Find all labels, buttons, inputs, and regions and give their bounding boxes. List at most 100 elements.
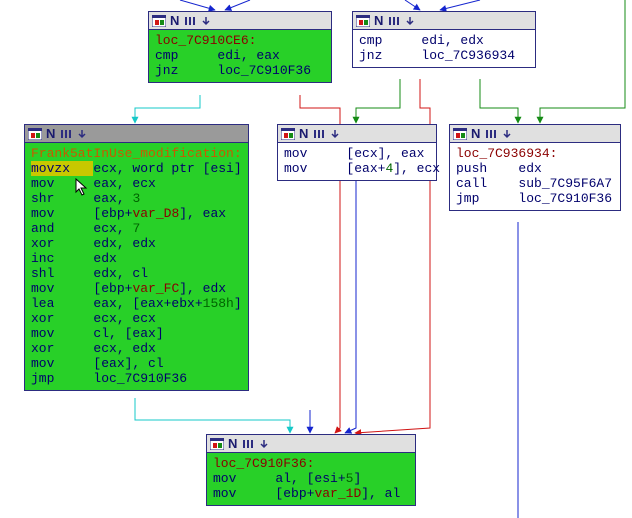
mnemonic: jnz xyxy=(359,48,421,63)
block-loc-7c936934[interactable]: Nloc_7C936934:push edxcall sub_7C95F6A7j… xyxy=(449,124,621,211)
node-titlebar[interactable]: N xyxy=(25,125,248,143)
block-loc-7c910f36[interactable]: Nloc_7C910F36:mov al, [esi+5]mov [ebp+va… xyxy=(206,434,416,506)
code-ref[interactable]: loc_7C910F36 xyxy=(518,191,612,206)
asm-line[interactable]: xor ecx, ecx xyxy=(31,311,242,326)
bars-icon[interactable] xyxy=(59,127,73,141)
asm-line[interactable]: xor edx, edx xyxy=(31,236,242,251)
asm-line[interactable]: mov [eax+4], ecx xyxy=(284,161,430,176)
down-arrow-icon[interactable] xyxy=(500,127,514,141)
node-body[interactable]: loc_7C910F36:mov al, [esi+5]mov [ebp+var… xyxy=(207,453,415,505)
window-icon xyxy=(152,14,166,28)
asm-line[interactable]: mov eax, ecx xyxy=(31,176,242,191)
asm-line[interactable]: cmp edi, edx xyxy=(359,33,529,48)
asm-line[interactable]: and ecx, 7 xyxy=(31,221,242,236)
asm-line[interactable]: shl edx, cl xyxy=(31,266,242,281)
asm-line[interactable]: jnz loc_7C910F36 xyxy=(155,63,325,78)
asm-line[interactable]: mov [eax], cl xyxy=(31,356,242,371)
mnemonic: mov xyxy=(31,326,93,341)
node-body[interactable]: cmp edi, edxjnz loc_7C936934 xyxy=(353,30,535,67)
asm-line[interactable]: jmp loc_7C910F36 xyxy=(456,191,614,206)
mnemonic: jnz xyxy=(155,63,217,78)
window-icon xyxy=(356,14,370,28)
mnemonic: mov xyxy=(31,176,93,191)
number-literal: 3 xyxy=(132,191,140,206)
bars-icon[interactable] xyxy=(241,437,255,451)
node-titlebar[interactable]: N xyxy=(353,12,535,30)
down-arrow-icon[interactable] xyxy=(199,14,213,28)
operand: [ebp+ xyxy=(275,486,314,501)
asm-line[interactable]: xor ecx, edx xyxy=(31,341,242,356)
node-body[interactable]: mov [ecx], eaxmov [eax+4], ecx xyxy=(278,143,436,180)
operand: ] xyxy=(353,471,361,486)
block-cmp-edi-edx[interactable]: Ncmp edi, edxjnz loc_7C936934 xyxy=(352,11,536,68)
asm-line[interactable]: loc_7C910CE6: xyxy=(155,33,325,48)
down-arrow-icon[interactable] xyxy=(328,127,342,141)
asm-line[interactable]: mov [ebp+var_1D], al xyxy=(213,486,409,501)
asm-line[interactable]: loc_7C910F36: xyxy=(213,456,409,471)
operand: ] xyxy=(234,296,242,311)
asm-line[interactable]: mov cl, [eax] xyxy=(31,326,242,341)
code-ref[interactable]: sub_7C95F6A7 xyxy=(518,176,612,191)
asm-line[interactable]: mov [ecx], eax xyxy=(284,146,430,161)
node-titlebar[interactable]: N xyxy=(450,125,620,143)
asm-line[interactable]: call sub_7C95F6A7 xyxy=(456,176,614,191)
bars-icon[interactable] xyxy=(312,127,326,141)
node-body[interactable]: Frank5atInUse_modification:movzx ecx, wo… xyxy=(25,143,248,390)
down-arrow-icon[interactable] xyxy=(403,14,417,28)
node-titlebar[interactable]: N xyxy=(278,125,436,143)
asm-line[interactable]: mov [ebp+var_D8], eax xyxy=(31,206,242,221)
bars-icon[interactable] xyxy=(484,127,498,141)
bars-icon[interactable] xyxy=(183,14,197,28)
operand: ecx, edx xyxy=(93,341,155,356)
node-body[interactable]: loc_7C910CE6:cmp edi, eaxjnz loc_7C910F3… xyxy=(149,30,331,82)
down-arrow-icon[interactable] xyxy=(75,127,89,141)
mnemonic: lea xyxy=(31,296,93,311)
bars-icon[interactable] xyxy=(387,14,401,28)
node-letter: N xyxy=(374,13,383,28)
operand: [ecx], eax xyxy=(346,146,424,161)
asm-line[interactable]: jmp loc_7C910F36 xyxy=(31,371,242,386)
node-letter: N xyxy=(228,436,237,451)
mnemonic: mov xyxy=(213,471,275,486)
number-literal: 7 xyxy=(132,221,140,236)
operand: ], ecx xyxy=(393,161,440,176)
operand: edx, cl xyxy=(93,266,148,281)
variable-ref[interactable]: var_1D xyxy=(314,486,361,501)
node-body[interactable]: loc_7C936934:push edxcall sub_7C95F6A7jm… xyxy=(450,143,620,210)
node-letter: N xyxy=(471,126,480,141)
block-frank5atinuse[interactable]: NFrank5atInUse_modification:movzx ecx, w… xyxy=(24,124,249,391)
block-loc-7c910ce6[interactable]: Nloc_7C910CE6:cmp edi, eaxjnz loc_7C910F… xyxy=(148,11,332,83)
variable-ref[interactable]: var_D8 xyxy=(132,206,179,221)
operand: [ebp+ xyxy=(93,206,132,221)
node-letter: N xyxy=(170,13,179,28)
asm-line[interactable]: loc_7C936934: xyxy=(456,146,614,161)
mnemonic: mov xyxy=(284,146,346,161)
code-ref[interactable]: loc_7C910F36 xyxy=(93,371,187,386)
asm-line[interactable]: shr eax, 3 xyxy=(31,191,242,206)
code-ref[interactable]: loc_7C936934 xyxy=(421,48,515,63)
node-titlebar[interactable]: N xyxy=(207,435,415,453)
operand: edx, edx xyxy=(93,236,155,251)
code-ref[interactable]: loc_7C910F36 xyxy=(217,63,311,78)
label-text: loc_7C910F36: xyxy=(213,456,314,471)
window-icon xyxy=(28,127,42,141)
mnemonic: xor xyxy=(31,341,93,356)
asm-line[interactable]: mov al, [esi+5] xyxy=(213,471,409,486)
node-titlebar[interactable]: N xyxy=(149,12,331,30)
asm-line[interactable]: push edx xyxy=(456,161,614,176)
mnemonic: cmp xyxy=(155,48,217,63)
asm-line[interactable]: mov [ebp+var_FC], edx xyxy=(31,281,242,296)
window-icon xyxy=(210,437,224,451)
operand: al, [esi+ xyxy=(275,471,345,486)
block-mov-ecx-eax[interactable]: Nmov [ecx], eaxmov [eax+4], ecx xyxy=(277,124,437,181)
variable-ref[interactable]: var_FC xyxy=(132,281,179,296)
asm-line[interactable]: jnz loc_7C936934 xyxy=(359,48,529,63)
asm-line[interactable]: lea eax, [eax+ebx+158h] xyxy=(31,296,242,311)
asm-line[interactable]: cmp edi, eax xyxy=(155,48,325,63)
node-letter: N xyxy=(299,126,308,141)
mnemonic: inc xyxy=(31,251,93,266)
down-arrow-icon[interactable] xyxy=(257,437,271,451)
asm-line[interactable]: movzx ecx, word ptr [esi] xyxy=(31,161,242,176)
operand: [ebp+ xyxy=(93,281,132,296)
asm-line[interactable]: inc edx xyxy=(31,251,242,266)
